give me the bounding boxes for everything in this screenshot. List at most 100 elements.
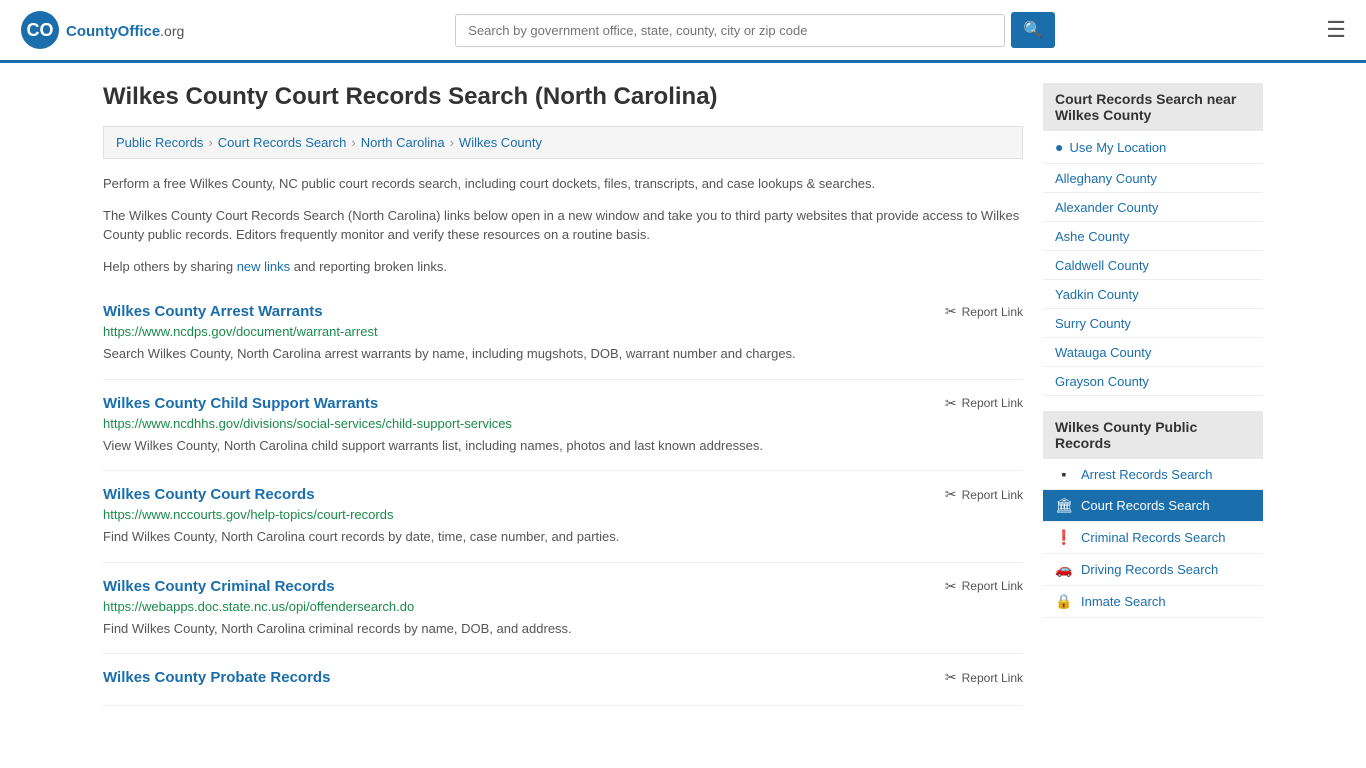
report-link-label-4: Report Link	[962, 671, 1023, 685]
sidebar-county-item: Ashe County	[1043, 222, 1263, 251]
sidebar-public-records-title: Wilkes County Public Records	[1043, 411, 1263, 459]
breadcrumb-separator-1: ›	[208, 135, 212, 150]
result-header: Wilkes County Probate Records ✂ Report L…	[103, 669, 1023, 686]
description-1: Perform a free Wilkes County, NC public …	[103, 174, 1023, 194]
location-icon: ●	[1055, 139, 1063, 155]
breadcrumb-separator-3: ›	[450, 135, 454, 150]
result-item: Wilkes County Court Records ✂ Report Lin…	[103, 471, 1023, 563]
pr-link-1[interactable]: Court Records Search	[1081, 498, 1210, 513]
site-header: CO CountyOffice.org 🔍 ☰	[0, 0, 1366, 63]
sidebar-county-link-0[interactable]: Alleghany County	[1055, 171, 1157, 186]
logo-area: CO CountyOffice.org	[20, 10, 184, 50]
public-records-item[interactable]: ▪ Arrest Records Search	[1043, 459, 1263, 490]
sidebar: Court Records Search near Wilkes County …	[1043, 83, 1263, 706]
public-records-item[interactable]: 🚗 Driving Records Search	[1043, 554, 1263, 586]
sidebar-county-link-1[interactable]: Alexander County	[1055, 200, 1158, 215]
report-link-button-0[interactable]: ✂ Report Link	[945, 303, 1023, 320]
description-3-post: and reporting broken links.	[290, 259, 447, 274]
hamburger-icon: ☰	[1326, 17, 1346, 42]
public-records-item[interactable]: ❗ Criminal Records Search	[1043, 522, 1263, 554]
result-url-0: https://www.ncdps.gov/document/warrant-a…	[103, 324, 1023, 339]
sidebar-county-item: Caldwell County	[1043, 251, 1263, 280]
search-icon: 🔍	[1023, 22, 1043, 39]
result-header: Wilkes County Criminal Records ✂ Report …	[103, 578, 1023, 595]
result-url-1: https://www.ncdhhs.gov/divisions/social-…	[103, 416, 1023, 431]
sidebar-nearby-section: Court Records Search near Wilkes County …	[1043, 83, 1263, 396]
content-area: Wilkes County Court Records Search (Nort…	[103, 83, 1023, 706]
new-links-link[interactable]: new links	[237, 259, 290, 274]
logo-name: CountyOffice	[66, 23, 160, 40]
public-records-list: ▪ Arrest Records Search 🏛 Court Records …	[1043, 459, 1263, 618]
pr-link-3[interactable]: Driving Records Search	[1081, 562, 1218, 577]
main-layout: Wilkes County Court Records Search (Nort…	[83, 63, 1283, 726]
public-records-item[interactable]: 🔒 Inmate Search	[1043, 586, 1263, 618]
result-desc-2: Find Wilkes County, North Carolina court…	[103, 527, 1023, 547]
breadcrumb-link-wilkes-county[interactable]: Wilkes County	[459, 135, 542, 150]
report-link-button-2[interactable]: ✂ Report Link	[945, 486, 1023, 503]
result-header: Wilkes County Child Support Warrants ✂ R…	[103, 395, 1023, 412]
sidebar-county-link-3[interactable]: Caldwell County	[1055, 258, 1149, 273]
sidebar-county-link-2[interactable]: Ashe County	[1055, 229, 1129, 244]
public-records-item[interactable]: 🏛 Court Records Search	[1043, 490, 1263, 522]
sidebar-county-item: Watauga County	[1043, 338, 1263, 367]
sidebar-county-item: Grayson County	[1043, 367, 1263, 396]
report-icon-3: ✂	[945, 578, 957, 595]
result-desc-0: Search Wilkes County, North Carolina arr…	[103, 344, 1023, 364]
use-my-location[interactable]: ● Use My Location	[1043, 131, 1263, 164]
result-url-3: https://webapps.doc.state.nc.us/opi/offe…	[103, 599, 1023, 614]
pr-link-4[interactable]: Inmate Search	[1081, 594, 1166, 609]
result-item: Wilkes County Probate Records ✂ Report L…	[103, 654, 1023, 706]
report-icon-4: ✂	[945, 669, 957, 686]
results-list: Wilkes County Arrest Warrants ✂ Report L…	[103, 288, 1023, 706]
result-header: Wilkes County Court Records ✂ Report Lin…	[103, 486, 1023, 503]
pr-link-2[interactable]: Criminal Records Search	[1081, 530, 1226, 545]
breadcrumb-link-court-records[interactable]: Court Records Search	[218, 135, 347, 150]
report-link-button-1[interactable]: ✂ Report Link	[945, 395, 1023, 412]
result-url-2: https://www.nccourts.gov/help-topics/cou…	[103, 507, 1023, 522]
report-link-button-3[interactable]: ✂ Report Link	[945, 578, 1023, 595]
result-desc-3: Find Wilkes County, North Carolina crimi…	[103, 619, 1023, 639]
description-3: Help others by sharing new links and rep…	[103, 257, 1023, 277]
pr-icon-0: ▪	[1055, 466, 1073, 482]
report-icon-2: ✂	[945, 486, 957, 503]
report-link-label-2: Report Link	[962, 488, 1023, 502]
logo-suffix: .org	[160, 23, 184, 39]
pr-icon-1: 🏛	[1055, 497, 1073, 514]
sidebar-county-item: Alexander County	[1043, 193, 1263, 222]
search-input[interactable]	[455, 14, 1005, 47]
breadcrumb-link-public-records[interactable]: Public Records	[116, 135, 203, 150]
pr-icon-3: 🚗	[1055, 561, 1073, 578]
result-title-2[interactable]: Wilkes County Court Records	[103, 486, 315, 503]
use-my-location-link[interactable]: Use My Location	[1069, 140, 1166, 155]
sidebar-county-item: Alleghany County	[1043, 164, 1263, 193]
breadcrumb-link-north-carolina[interactable]: North Carolina	[361, 135, 445, 150]
breadcrumb-separator-2: ›	[351, 135, 355, 150]
result-item: Wilkes County Child Support Warrants ✂ R…	[103, 380, 1023, 472]
report-link-button-4[interactable]: ✂ Report Link	[945, 669, 1023, 686]
pr-icon-2: ❗	[1055, 529, 1073, 546]
result-title-4[interactable]: Wilkes County Probate Records	[103, 669, 330, 686]
svg-text:CO: CO	[27, 20, 54, 40]
logo-text: CountyOffice.org	[66, 20, 184, 41]
result-title-1[interactable]: Wilkes County Child Support Warrants	[103, 395, 378, 412]
sidebar-county-link-6[interactable]: Watauga County	[1055, 345, 1151, 360]
menu-button[interactable]: ☰	[1326, 17, 1346, 43]
sidebar-county-link-5[interactable]: Surry County	[1055, 316, 1131, 331]
result-title-0[interactable]: Wilkes County Arrest Warrants	[103, 303, 323, 320]
search-container: 🔍	[455, 12, 1055, 48]
sidebar-county-list: Alleghany County Alexander County Ashe Cou…	[1043, 164, 1263, 396]
description-2: The Wilkes County Court Records Search (…	[103, 206, 1023, 245]
pr-link-0[interactable]: Arrest Records Search	[1081, 467, 1213, 482]
sidebar-county-link-4[interactable]: Yadkin County	[1055, 287, 1139, 302]
report-icon-1: ✂	[945, 395, 957, 412]
sidebar-county-item: Surry County	[1043, 309, 1263, 338]
result-item: Wilkes County Criminal Records ✂ Report …	[103, 563, 1023, 655]
pr-icon-4: 🔒	[1055, 593, 1073, 610]
sidebar-county-link-7[interactable]: Grayson County	[1055, 374, 1149, 389]
result-title-3[interactable]: Wilkes County Criminal Records	[103, 578, 335, 595]
sidebar-nearby-title: Court Records Search near Wilkes County	[1043, 83, 1263, 131]
report-icon-0: ✂	[945, 303, 957, 320]
search-button[interactable]: 🔍	[1011, 12, 1055, 48]
page-title: Wilkes County Court Records Search (Nort…	[103, 83, 1023, 111]
description-3-pre: Help others by sharing	[103, 259, 237, 274]
